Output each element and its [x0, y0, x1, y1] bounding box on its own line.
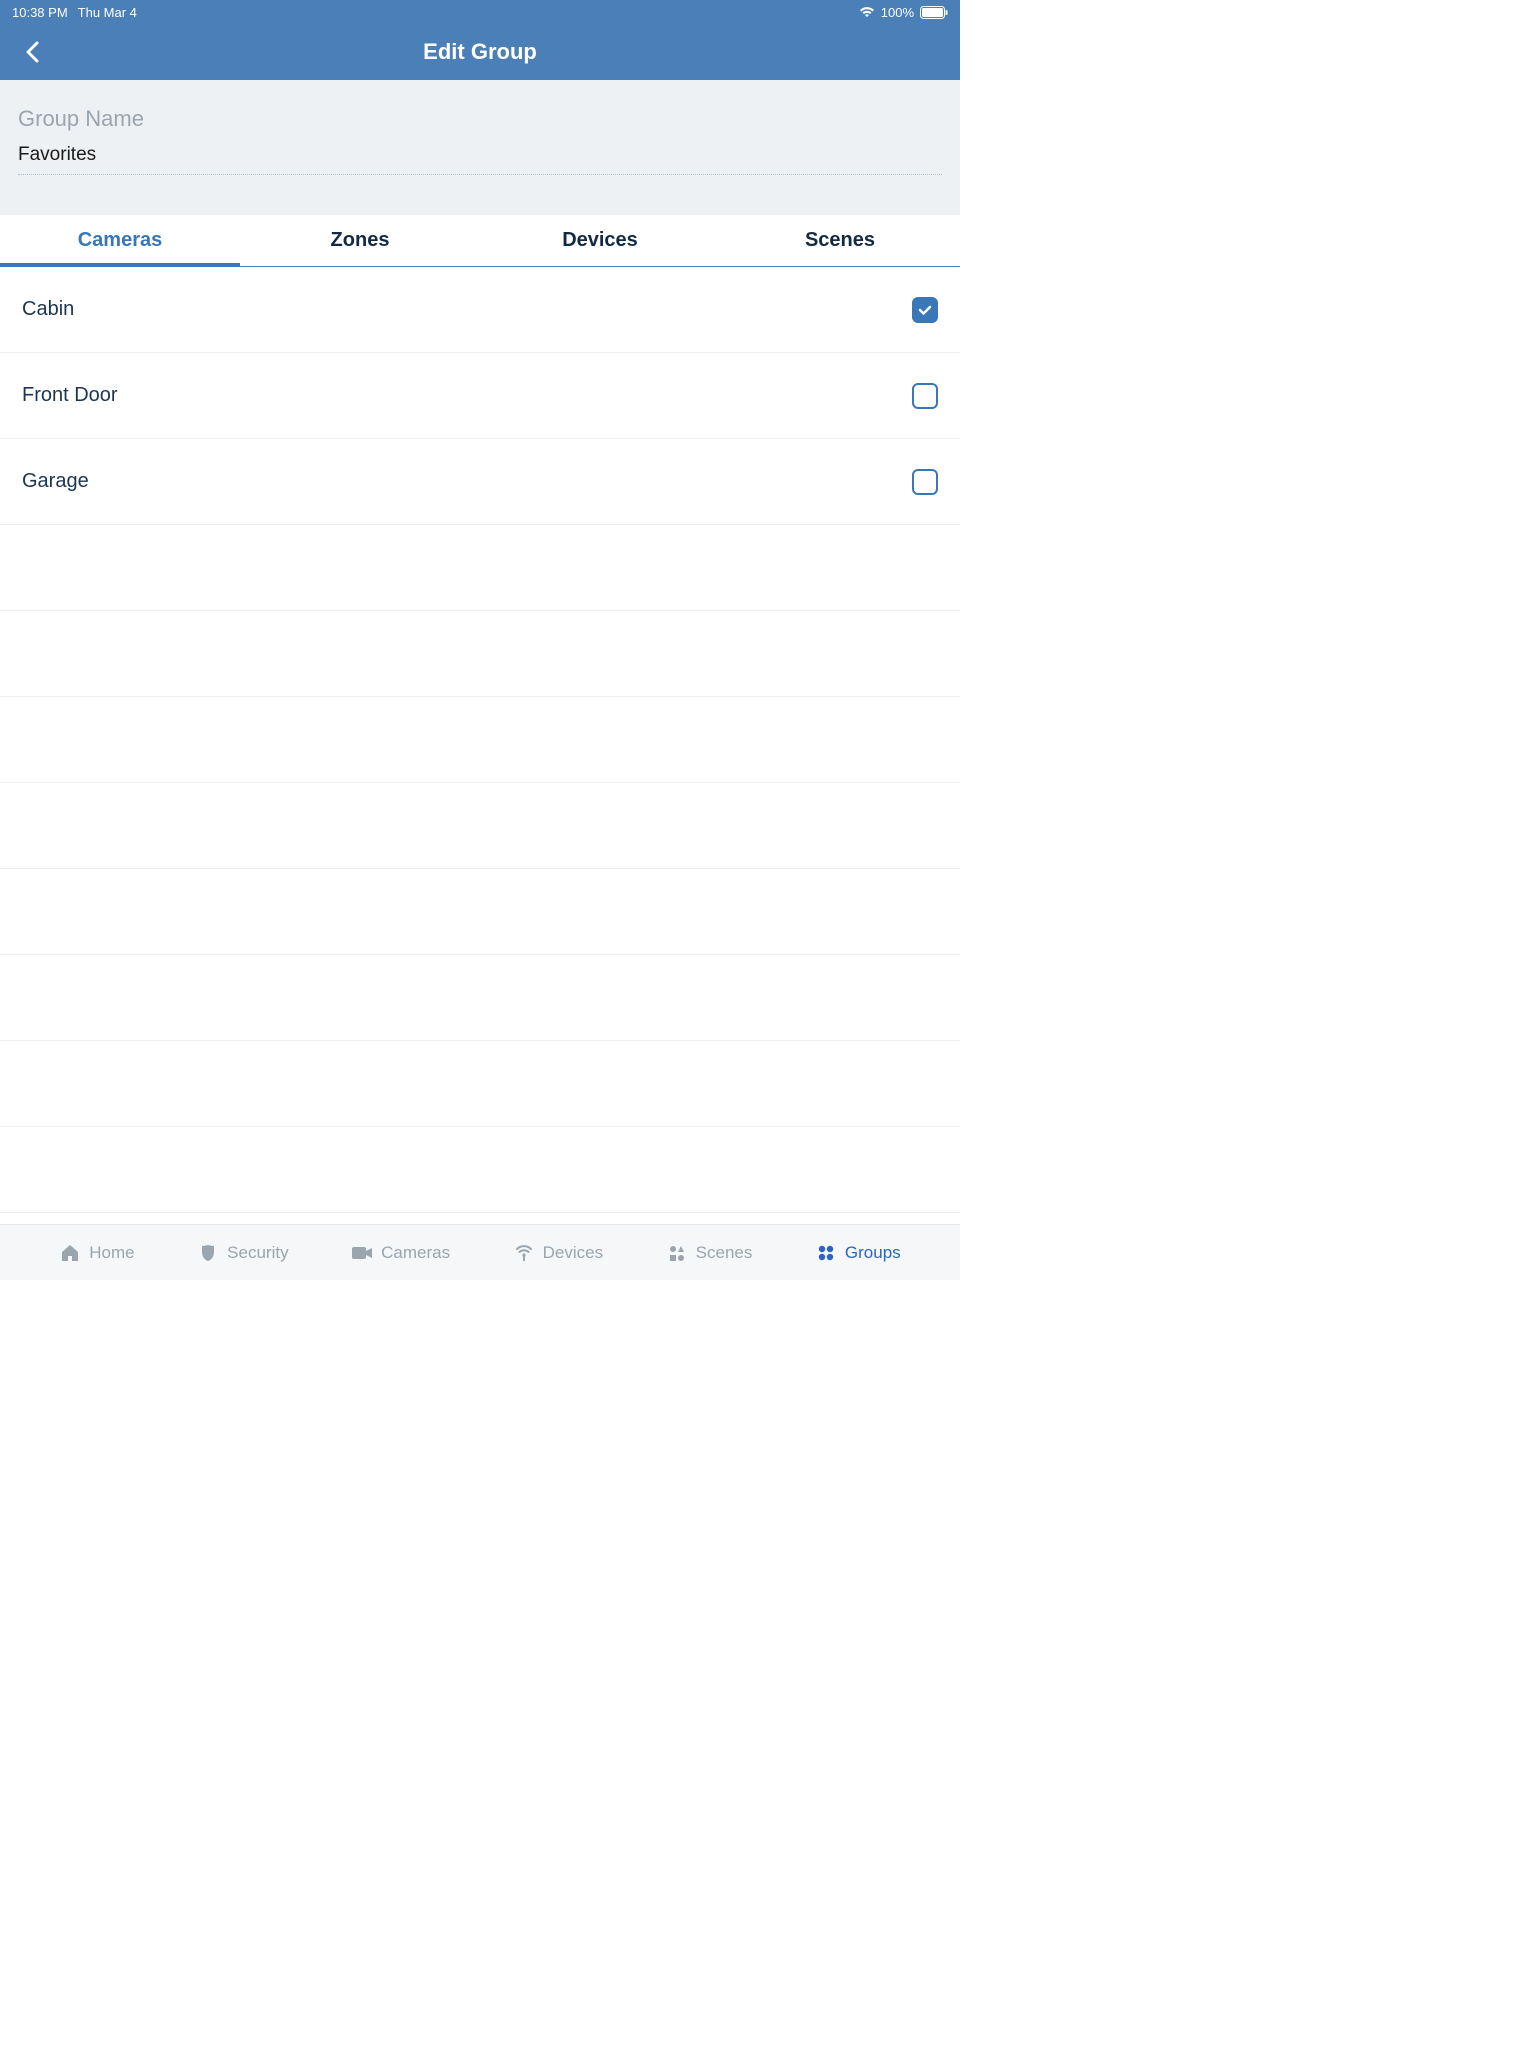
tab-cameras[interactable]: Cameras [0, 215, 240, 266]
empty-row [0, 1127, 960, 1213]
tab-label: Devices [562, 229, 638, 252]
status-bar: 10:38 PM Thu Mar 4 100% [0, 0, 960, 24]
broadcast-icon [513, 1242, 535, 1264]
empty-row [0, 869, 960, 955]
status-date: Thu Mar 4 [78, 5, 137, 20]
status-battery-pct: 100% [881, 5, 914, 20]
group-name-input[interactable] [18, 140, 942, 175]
checkbox[interactable] [912, 469, 938, 495]
list-row[interactable]: Garage [0, 439, 960, 525]
item-label: Garage [22, 470, 89, 493]
content-tabs: Cameras Zones Devices Scenes [0, 215, 960, 267]
empty-row [0, 1041, 960, 1127]
nav-label: Cameras [381, 1243, 450, 1263]
check-icon [917, 302, 933, 318]
group-name-label: Group Name [18, 106, 942, 132]
item-label: Front Door [22, 384, 118, 407]
nav-header: Edit Group [0, 24, 960, 80]
nav-label: Devices [543, 1243, 603, 1263]
nav-security[interactable]: Security [197, 1242, 288, 1264]
wifi-icon [859, 6, 875, 18]
list-row[interactable]: Front Door [0, 353, 960, 439]
chevron-left-icon [25, 41, 39, 63]
nav-label: Groups [845, 1243, 901, 1263]
nav-devices[interactable]: Devices [513, 1242, 603, 1264]
nav-home[interactable]: Home [59, 1242, 134, 1264]
tab-scenes[interactable]: Scenes [720, 215, 960, 266]
empty-row [0, 611, 960, 697]
empty-row [0, 783, 960, 869]
nav-label: Home [89, 1243, 134, 1263]
back-button[interactable] [16, 36, 48, 68]
nav-groups[interactable]: Groups [815, 1242, 901, 1264]
tab-zones[interactable]: Zones [240, 215, 480, 266]
page-title: Edit Group [0, 39, 960, 65]
home-icon [59, 1242, 81, 1264]
scenes-icon [666, 1242, 688, 1264]
empty-row [0, 525, 960, 611]
grid-icon [815, 1242, 837, 1264]
nav-label: Security [227, 1243, 288, 1263]
checkbox[interactable] [912, 297, 938, 323]
list-row[interactable]: Cabin [0, 267, 960, 353]
empty-row [0, 697, 960, 783]
item-label: Cabin [22, 298, 74, 321]
tab-label: Zones [331, 229, 390, 252]
tab-label: Scenes [805, 229, 875, 252]
empty-row [0, 955, 960, 1041]
bottom-nav: Home Security Cameras Devices Scenes Gro… [0, 1224, 960, 1280]
tab-devices[interactable]: Devices [480, 215, 720, 266]
group-name-section: Group Name [0, 80, 960, 215]
nav-scenes[interactable]: Scenes [666, 1242, 753, 1264]
nav-label: Scenes [696, 1243, 753, 1263]
nav-cameras[interactable]: Cameras [351, 1242, 450, 1264]
checkbox[interactable] [912, 383, 938, 409]
shield-icon [197, 1242, 219, 1264]
item-list[interactable]: Cabin Front Door Garage [0, 267, 960, 1224]
tab-label: Cameras [78, 229, 163, 252]
camera-icon [351, 1242, 373, 1264]
status-time: 10:38 PM [12, 5, 68, 20]
battery-icon [920, 6, 948, 19]
